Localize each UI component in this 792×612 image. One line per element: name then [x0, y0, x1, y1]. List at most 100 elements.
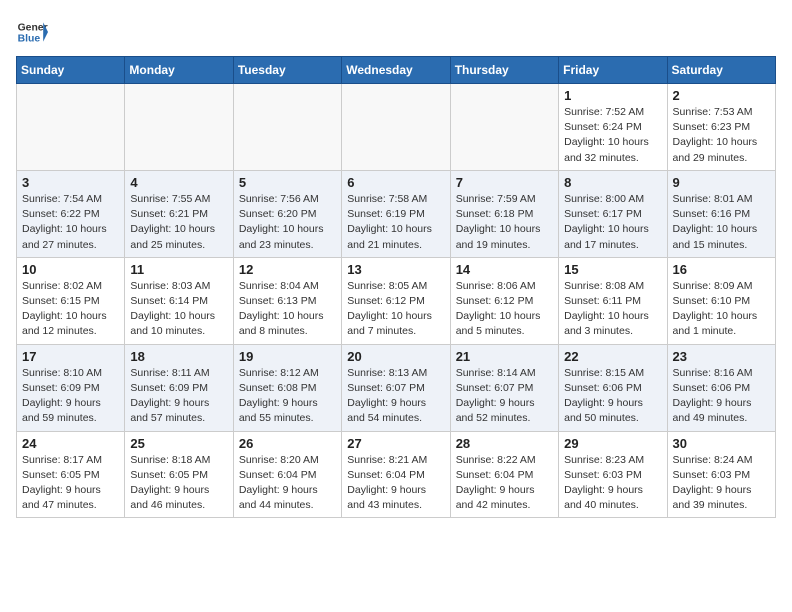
calendar-cell: 21 Sunrise: 8:14 AMSunset: 6:07 PMDayligh… [450, 344, 558, 431]
day-number: 9 [673, 175, 770, 190]
calendar-cell [450, 84, 558, 171]
day-number: 17 [22, 349, 119, 364]
calendar-cell: 23Sunrise: 8:16 AMSunset: 6:06 PMDayligh… [667, 344, 775, 431]
day-number: 7 [456, 175, 553, 190]
day-number: 30 [673, 436, 770, 451]
calendar-table: SundayMondayTuesdayWednesdayThursdayFrid… [16, 56, 776, 518]
day-info: Sunrise: 8:15 AMSunset: 6:06 PMDaylight:… [564, 366, 661, 427]
day-info: Sunrise: 8:02 AMSunset: 6:15 PMDaylight:… [22, 279, 119, 340]
day-number: 19 [239, 349, 336, 364]
day-number: 28 [456, 436, 553, 451]
day-number: 10 [22, 262, 119, 277]
day-info: Sunrise: 8:17 AMSunset: 6:05 PMDaylight:… [22, 453, 119, 514]
day-of-week-header: Monday [125, 57, 233, 84]
day-number: 3 [22, 175, 119, 190]
day-info: Sunrise: 8:03 AMSunset: 6:14 PMDaylight:… [130, 279, 227, 340]
day-number: 20 [347, 349, 444, 364]
calendar-week-row: 10 Sunrise: 8:02 AMSunset: 6:15 PMDayligh… [17, 257, 776, 344]
day-info: Sunrise: 7:58 AMSunset: 6:19 PMDaylight:… [347, 192, 444, 253]
calendar-week-row: 3 Sunrise: 7:54 AMSunset: 6:22 PMDaylight… [17, 170, 776, 257]
calendar-header-row: SundayMondayTuesdayWednesdayThursdayFrid… [17, 57, 776, 84]
day-info: Sunrise: 8:14 AMSunset: 6:07 PMDaylight:… [456, 366, 553, 427]
calendar-cell: 5 Sunrise: 7:56 AMSunset: 6:20 PMDaylight… [233, 170, 341, 257]
day-of-week-header: Sunday [17, 57, 125, 84]
calendar-cell: 11 Sunrise: 8:03 AMSunset: 6:14 PMDayligh… [125, 257, 233, 344]
calendar-cell: 30 Sunrise: 8:24 AMSunset: 6:03 PMDayligh… [667, 431, 775, 518]
day-number: 18 [130, 349, 227, 364]
day-of-week-header: Wednesday [342, 57, 450, 84]
calendar-cell: 1 Sunrise: 7:52 AMSunset: 6:24 PMDaylight… [559, 84, 667, 171]
calendar-cell: 26 Sunrise: 8:20 AMSunset: 6:04 PMDayligh… [233, 431, 341, 518]
day-number: 21 [456, 349, 553, 364]
day-info: Sunrise: 8:24 AMSunset: 6:03 PMDaylight:… [673, 453, 770, 514]
day-info: Sunrise: 8:22 AMSunset: 6:04 PMDaylight:… [456, 453, 553, 514]
day-info: Sunrise: 7:52 AMSunset: 6:24 PMDaylight:… [564, 105, 661, 166]
day-of-week-header: Tuesday [233, 57, 341, 84]
calendar-cell: 9 Sunrise: 8:01 AMSunset: 6:16 PMDaylight… [667, 170, 775, 257]
calendar-cell: 15 Sunrise: 8:08 AMSunset: 6:11 PMDayligh… [559, 257, 667, 344]
calendar-cell: 28 Sunrise: 8:22 AMSunset: 6:04 PMDayligh… [450, 431, 558, 518]
day-number: 4 [130, 175, 227, 190]
day-info: Sunrise: 8:06 AMSunset: 6:12 PMDaylight:… [456, 279, 553, 340]
day-number: 14 [456, 262, 553, 277]
day-number: 6 [347, 175, 444, 190]
day-info: Sunrise: 8:00 AMSunset: 6:17 PMDaylight:… [564, 192, 661, 253]
day-number: 23 [673, 349, 770, 364]
day-info: Sunrise: 7:56 AMSunset: 6:20 PMDaylight:… [239, 192, 336, 253]
calendar-week-row: 24 Sunrise: 8:17 AMSunset: 6:05 PMDayligh… [17, 431, 776, 518]
calendar-cell [233, 84, 341, 171]
calendar-cell: 24 Sunrise: 8:17 AMSunset: 6:05 PMDayligh… [17, 431, 125, 518]
day-info: Sunrise: 7:55 AMSunset: 6:21 PMDaylight:… [130, 192, 227, 253]
calendar-cell [17, 84, 125, 171]
calendar-cell: 3 Sunrise: 7:54 AMSunset: 6:22 PMDaylight… [17, 170, 125, 257]
calendar-cell: 20Sunrise: 8:13 AMSunset: 6:07 PMDayligh… [342, 344, 450, 431]
calendar-cell: 6 Sunrise: 7:58 AMSunset: 6:19 PMDaylight… [342, 170, 450, 257]
day-info: Sunrise: 8:09 AMSunset: 6:10 PMDaylight:… [673, 279, 770, 340]
day-number: 29 [564, 436, 661, 451]
day-info: Sunrise: 8:08 AMSunset: 6:11 PMDaylight:… [564, 279, 661, 340]
day-number: 11 [130, 262, 227, 277]
day-number: 27 [347, 436, 444, 451]
page-header: General Blue [16, 16, 776, 48]
day-number: 5 [239, 175, 336, 190]
day-number: 24 [22, 436, 119, 451]
calendar-cell: 4 Sunrise: 7:55 AMSunset: 6:21 PMDaylight… [125, 170, 233, 257]
day-number: 1 [564, 88, 661, 103]
day-of-week-header: Thursday [450, 57, 558, 84]
day-number: 15 [564, 262, 661, 277]
day-info: Sunrise: 7:54 AMSunset: 6:22 PMDaylight:… [22, 192, 119, 253]
svg-text:Blue: Blue [18, 34, 41, 45]
calendar-cell: 22 Sunrise: 8:15 AMSunset: 6:06 PMDayligh… [559, 344, 667, 431]
day-info: Sunrise: 8:21 AMSunset: 6:04 PMDaylight:… [347, 453, 444, 514]
calendar-cell: 19 Sunrise: 8:12 AMSunset: 6:08 PMDayligh… [233, 344, 341, 431]
calendar-week-row: 17Sunrise: 8:10 AMSunset: 6:09 PMDayligh… [17, 344, 776, 431]
day-info: Sunrise: 8:05 AMSunset: 6:12 PMDaylight:… [347, 279, 444, 340]
day-info: Sunrise: 8:01 AMSunset: 6:16 PMDaylight:… [673, 192, 770, 253]
day-number: 16 [673, 262, 770, 277]
calendar-cell: 2 Sunrise: 7:53 AMSunset: 6:23 PMDaylight… [667, 84, 775, 171]
day-number: 12 [239, 262, 336, 277]
calendar-cell: 7 Sunrise: 7:59 AMSunset: 6:18 PMDaylight… [450, 170, 558, 257]
calendar-cell: 17Sunrise: 8:10 AMSunset: 6:09 PMDayligh… [17, 344, 125, 431]
day-info: Sunrise: 8:12 AMSunset: 6:08 PMDaylight:… [239, 366, 336, 427]
calendar-week-row: 1 Sunrise: 7:52 AMSunset: 6:24 PMDaylight… [17, 84, 776, 171]
day-info: Sunrise: 8:18 AMSunset: 6:05 PMDaylight:… [130, 453, 227, 514]
day-info: Sunrise: 8:11 AMSunset: 6:09 PMDaylight:… [130, 366, 227, 427]
calendar-cell: 29 Sunrise: 8:23 AMSunset: 6:03 PMDayligh… [559, 431, 667, 518]
day-of-week-header: Friday [559, 57, 667, 84]
day-number: 22 [564, 349, 661, 364]
calendar-cell: 25 Sunrise: 8:18 AMSunset: 6:05 PMDayligh… [125, 431, 233, 518]
day-number: 8 [564, 175, 661, 190]
calendar-cell: 8 Sunrise: 8:00 AMSunset: 6:17 PMDaylight… [559, 170, 667, 257]
calendar-cell: 12 Sunrise: 8:04 AMSunset: 6:13 PMDayligh… [233, 257, 341, 344]
calendar-cell: 14 Sunrise: 8:06 AMSunset: 6:12 PMDayligh… [450, 257, 558, 344]
day-info: Sunrise: 8:04 AMSunset: 6:13 PMDaylight:… [239, 279, 336, 340]
calendar-cell: 16 Sunrise: 8:09 AMSunset: 6:10 PMDayligh… [667, 257, 775, 344]
day-number: 2 [673, 88, 770, 103]
day-number: 26 [239, 436, 336, 451]
day-info: Sunrise: 8:20 AMSunset: 6:04 PMDaylight:… [239, 453, 336, 514]
day-info: Sunrise: 7:53 AMSunset: 6:23 PMDaylight:… [673, 105, 770, 166]
day-info: Sunrise: 8:23 AMSunset: 6:03 PMDaylight:… [564, 453, 661, 514]
day-number: 25 [130, 436, 227, 451]
day-info: Sunrise: 7:59 AMSunset: 6:18 PMDaylight:… [456, 192, 553, 253]
